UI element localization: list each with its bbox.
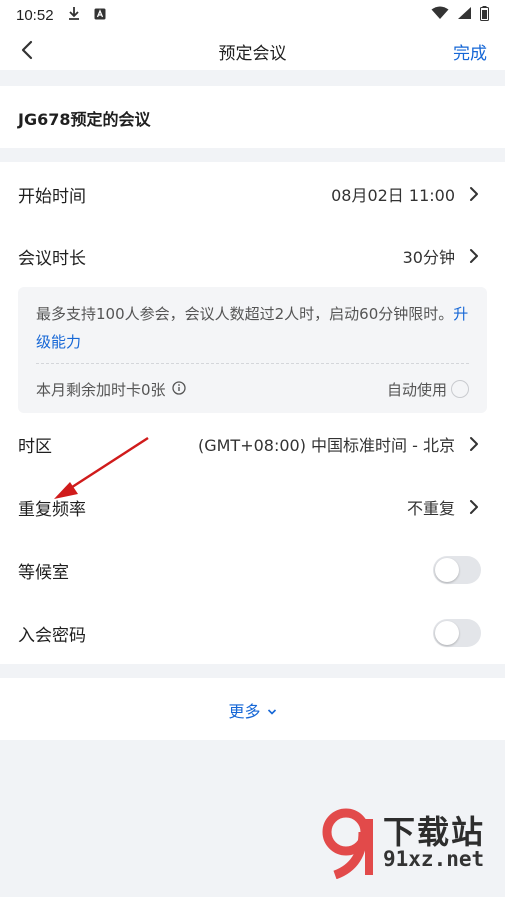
meeting-settings-card: 开始时间 08月02日 11:00 会议时长 30分钟 最多支持100人参会，会… [0,162,505,664]
info-icon[interactable] [171,380,186,399]
start-time-value: 08月02日 11:00 [331,186,455,205]
download-icon [68,6,80,24]
waiting-room-toggle[interactable] [433,556,481,584]
start-time-row[interactable]: 开始时间 08月02日 11:00 [0,164,505,224]
meeting-topic[interactable]: JG678预定的会议 [18,106,151,130]
password-toggle[interactable] [433,619,481,647]
app-notification-icon [94,6,106,24]
password-label: 入会密码 [18,625,86,646]
watermark: 下载站 91xz.net [319,807,499,879]
repeat-row[interactable]: 重复频率 不重复 [0,477,505,537]
divider [36,363,469,364]
done-button[interactable]: 完成 [453,39,487,64]
auto-use-label: 自动使用 [386,381,447,399]
nav-bar: 预定会议 完成 [0,30,505,70]
extension-card-label: 本月剩余加时卡0张 [36,381,166,399]
chevron-right-icon [469,248,479,264]
start-time-label: 开始时间 [18,186,86,207]
auto-use-radio[interactable] [451,380,469,398]
toggle-knob [435,558,459,582]
limit-notice: 最多支持100人参会，会议人数超过2人时，启动60分钟限时。 [36,305,454,323]
waiting-room-row: 等候室 [0,540,505,600]
chevron-right-icon [469,186,479,202]
battery-icon [480,5,489,25]
timezone-label: 时区 [18,436,52,457]
duration-label: 会议时长 [18,248,86,269]
watermark-url: 91xz.net [383,847,485,871]
chevron-down-icon [267,701,277,720]
more-label: 更多 [228,702,261,721]
timezone-row[interactable]: 时区 (GMT+08:00) 中国标准时间 - 北京 [0,414,505,474]
duration-limit-info: 最多支持100人参会，会议人数超过2人时，启动60分钟限时。升级能力 本月剩余加… [18,287,487,413]
status-time: 10:52 [16,6,54,24]
waiting-room-label: 等候室 [18,562,69,583]
repeat-value: 不重复 [406,499,455,518]
more-card: 更多 [0,678,505,740]
watermark-logo-icon [322,808,373,879]
page-title: 预定会议 [218,44,287,64]
signal-icon [457,6,472,24]
repeat-label: 重复频率 [18,499,86,520]
info-text-block: 最多支持100人参会，会议人数超过2人时，启动60分钟限时。升级能力 [36,300,476,356]
more-button[interactable]: 更多 [0,698,505,722]
chevron-right-icon [469,436,479,452]
duration-value: 30分钟 [402,248,455,267]
toggle-knob [435,621,459,645]
status-bar: 10:52 [0,0,505,30]
meeting-topic-card: JG678预定的会议 [0,86,505,148]
wifi-icon [431,6,449,24]
timezone-value: (GMT+08:00) 中国标准时间 - 北京 [197,436,455,455]
chevron-right-icon [469,499,479,515]
extension-card-count: 本月剩余加时卡0张 [36,379,186,400]
duration-row[interactable]: 会议时长 30分钟 [0,226,505,286]
password-row: 入会密码 [0,603,505,663]
